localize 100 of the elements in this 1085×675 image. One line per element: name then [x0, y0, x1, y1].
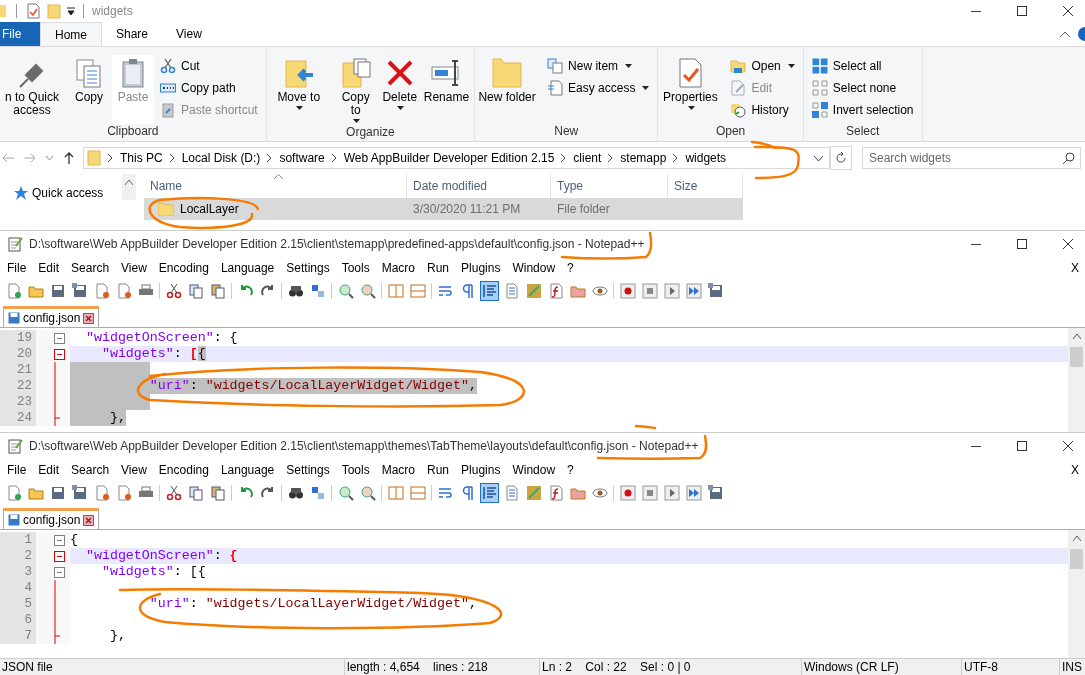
- scissors-icon[interactable]: [164, 281, 183, 301]
- menu-item[interactable]: Plugins: [455, 463, 507, 477]
- scrollbar[interactable]: [1068, 530, 1085, 658]
- ribbon-button[interactable]: Copy path: [160, 79, 258, 96]
- zoom-in-icon[interactable]: [336, 281, 355, 301]
- ribbon-button[interactable]: Invert selection: [811, 101, 914, 118]
- breadcrumb[interactable]: client: [573, 151, 602, 165]
- menu-item[interactable]: Window: [506, 261, 562, 275]
- minimize-icon[interactable]: [971, 445, 981, 447]
- dropdown-icon[interactable]: [67, 7, 75, 15]
- ribbon-button[interactable]: n to Quick access: [0, 55, 66, 124]
- fold-marker-icon[interactable]: [54, 550, 65, 562]
- breadcrumb[interactable]: software: [279, 151, 325, 165]
- fold-marker-icon[interactable]: [54, 332, 65, 344]
- up-arrow-icon[interactable]: [63, 152, 75, 164]
- code-editor[interactable]: 1 { 2 "widgetOnScreen": { 3 "widgets": [{ 4 5 "uri": "widgets/LocalLayerWidget/Widget", 6 7 },: [0, 530, 1085, 658]
- breadcrumb[interactable]: Local Disk (D:): [181, 151, 261, 165]
- caret-icon[interactable]: [814, 155, 823, 161]
- fold-marker-icon[interactable]: [54, 348, 65, 360]
- ribbon-button[interactable]: Easy access: [547, 79, 650, 96]
- scrollbar[interactable]: [1068, 328, 1085, 432]
- refresh-button[interactable]: [830, 146, 852, 170]
- stop-icon[interactable]: [640, 483, 659, 503]
- minimize-icon[interactable]: [971, 243, 981, 245]
- maximize-icon[interactable]: [1017, 6, 1027, 16]
- ribbon-tab[interactable]: File: [0, 22, 40, 46]
- breadcrumb[interactable]: This PC: [120, 151, 163, 165]
- close-icon[interactable]: [1063, 441, 1073, 451]
- fold-marker-icon[interactable]: [54, 566, 65, 578]
- ribbon-button[interactable]: Delete: [378, 55, 421, 125]
- breadcrumb[interactable]: Web AppBuilder Developer Edition 2.15: [343, 151, 555, 165]
- ribbon-button[interactable]: Open: [730, 57, 795, 74]
- menu-item[interactable]: Encoding: [152, 463, 215, 477]
- document-tab[interactable]: config.json: [3, 508, 100, 529]
- close-document-button[interactable]: X: [1071, 261, 1085, 275]
- file-row[interactable]: LocalLayer 3/30/2020 11:21 PM File folder: [144, 198, 743, 220]
- document-tab[interactable]: config.json: [3, 306, 100, 327]
- ribbon-tab[interactable]: Share: [102, 22, 163, 46]
- menu-item[interactable]: View: [115, 463, 153, 477]
- address-bar[interactable]: This PC Local Disk (D:) software Web AppBuilder Developer Edition 2.15 client stemapp widgets: [83, 147, 830, 169]
- close-icon[interactable]: [1063, 239, 1073, 249]
- maximize-icon[interactable]: [1017, 441, 1027, 451]
- scrollbar[interactable]: [122, 174, 136, 200]
- chevron-up-icon[interactable]: [1072, 334, 1081, 339]
- ribbon-tab[interactable]: View: [162, 22, 216, 46]
- menu-item[interactable]: ?: [561, 261, 580, 275]
- menu-item[interactable]: Language: [214, 261, 281, 275]
- chevron-right-icon[interactable]: [673, 154, 679, 162]
- close-icon[interactable]: [83, 312, 95, 324]
- menu-item[interactable]: ?: [561, 463, 580, 477]
- minimize-icon[interactable]: [971, 10, 981, 12]
- paste-icon[interactable]: [208, 281, 227, 301]
- chevron-right-icon[interactable]: [267, 154, 273, 162]
- zoom-in-icon[interactable]: [336, 483, 355, 503]
- ribbon-button[interactable]: Select all: [811, 57, 914, 74]
- record-icon[interactable]: [618, 483, 637, 503]
- copy-icon[interactable]: [186, 281, 205, 301]
- nav-item[interactable]: Quick access: [14, 186, 122, 200]
- ribbon-button[interactable]: History: [730, 101, 795, 118]
- menu-item[interactable]: Settings: [280, 261, 336, 275]
- chevron-up-icon[interactable]: [1060, 31, 1070, 37]
- menu-item[interactable]: Edit: [32, 261, 66, 275]
- map-icon[interactable]: [524, 483, 543, 503]
- menu-item[interactable]: Plugins: [455, 261, 507, 275]
- menu-item[interactable]: Edit: [32, 463, 66, 477]
- fold-marker-icon[interactable]: [54, 534, 65, 546]
- menu-item[interactable]: Run: [421, 463, 456, 477]
- menu-item[interactable]: Language: [214, 463, 281, 477]
- chevron-right-icon[interactable]: [169, 154, 175, 162]
- play-icon[interactable]: [662, 281, 681, 301]
- ribbon-button[interactable]: Cut: [160, 57, 258, 74]
- chevron-right-icon[interactable]: [561, 154, 567, 162]
- properties-icon[interactable]: [25, 3, 41, 19]
- chevron-right-icon[interactable]: [608, 154, 614, 162]
- menu-item[interactable]: Encoding: [152, 261, 215, 275]
- maximize-icon[interactable]: [1017, 239, 1027, 249]
- paste-icon[interactable]: [208, 483, 227, 503]
- menu-item[interactable]: Tools: [335, 261, 376, 275]
- ribbon-button[interactable]: Properties: [656, 55, 725, 124]
- fast-forward-icon[interactable]: [684, 281, 703, 301]
- menu-item[interactable]: File: [1, 261, 33, 275]
- scrollbar-thumb[interactable]: [1070, 549, 1083, 569]
- copy-icon[interactable]: [186, 483, 205, 503]
- menu-item[interactable]: Run: [421, 261, 456, 275]
- record-icon[interactable]: [618, 281, 637, 301]
- indent-guide-icon[interactable]: [480, 281, 499, 301]
- menu-item[interactable]: Search: [65, 261, 116, 275]
- stop-icon[interactable]: [640, 281, 659, 301]
- map-icon[interactable]: [524, 281, 543, 301]
- zoom-out-icon[interactable]: [358, 281, 377, 301]
- close-icon[interactable]: [1063, 6, 1073, 16]
- menu-item[interactable]: View: [115, 261, 153, 275]
- menu-item[interactable]: File: [1, 463, 33, 477]
- ribbon-button[interactable]: Select none: [811, 79, 914, 96]
- close-icon[interactable]: [83, 514, 95, 526]
- chevron-up-icon[interactable]: [125, 180, 133, 185]
- search-field[interactable]: Search widgets: [862, 147, 1081, 169]
- chevron-right-icon[interactable]: [331, 154, 337, 162]
- menu-item[interactable]: Macro: [375, 261, 421, 275]
- zoom-out-icon[interactable]: [358, 483, 377, 503]
